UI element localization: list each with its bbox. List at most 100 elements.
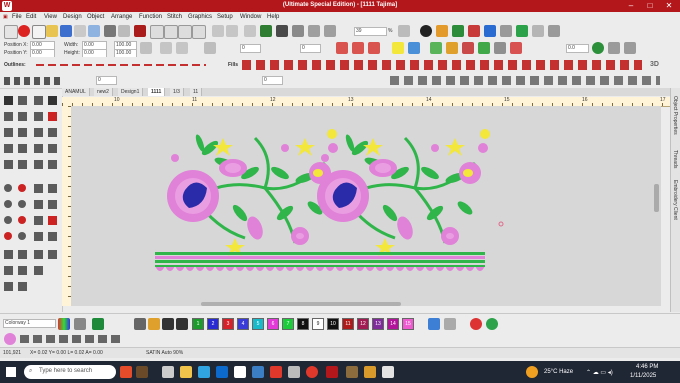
taskbar-search[interactable]: ⌕ Type here to search [24,365,116,379]
stitch-player-icon[interactable] [118,25,130,37]
machine-icon[interactable] [104,25,116,37]
toolbox-grid[interactable] [0,92,62,312]
thread-swatch[interactable]: 4 [237,318,249,330]
outline-stitch-types[interactable] [36,64,206,66]
thread-swatch[interactable]: 1 [192,318,204,330]
cutwork-icon[interactable] [462,42,474,54]
hoop-icon[interactable] [324,25,336,37]
thread-swatch[interactable]: 7 [282,318,294,330]
clock-time[interactable]: 4:46 PM [636,364,658,370]
app-menu-icon[interactable]: ▣ [3,14,8,20]
colorway-select[interactable]: Colorway 1 [3,319,56,328]
office-icon[interactable] [270,366,282,378]
zoom-in-icon[interactable] [398,25,410,37]
app-icon-2[interactable] [136,366,148,378]
run-icon[interactable] [368,42,380,54]
menu-object[interactable]: Object [87,14,104,20]
offset-field[interactable]: 0 [262,76,283,85]
duplicate-icon[interactable] [192,25,206,39]
units-dropdown[interactable]: 0.0 [566,44,589,53]
blackwork-icon[interactable] [494,42,506,54]
pick-color-icon[interactable] [134,318,146,330]
clock-date[interactable]: 1/11/2025 [630,373,656,379]
remove-color-icon[interactable] [176,318,188,330]
cut-icon[interactable] [150,25,164,39]
thread-swatch[interactable]: 10 [327,318,339,330]
tab-new2[interactable]: new2 [94,88,113,96]
open-folder-icon[interactable] [46,25,58,37]
tshirt-icon[interactable] [484,25,496,37]
match-color-icon[interactable] [486,318,498,330]
new-file-icon[interactable] [32,25,46,39]
close-button[interactable]: ✕ [660,0,678,12]
tab-1111[interactable]: 1111 [148,88,166,96]
mirror-h-icon[interactable] [160,42,172,54]
menu-setup[interactable]: Setup [217,14,233,20]
show-hide-icon[interactable] [292,25,304,37]
thread-swatch[interactable]: 15 [402,318,414,330]
design-canvas[interactable] [71,106,661,306]
chrome-icon[interactable] [306,366,318,378]
menu-window[interactable]: Window [240,14,261,20]
bling-icon[interactable] [510,42,522,54]
fill-stitch-types[interactable] [242,60,642,70]
tatami-icon[interactable] [352,42,364,54]
rotate-angle-field[interactable]: 0 [240,44,261,53]
effect-tools[interactable] [390,76,660,85]
layout-icon[interactable] [548,25,560,37]
menu-file[interactable]: File [12,14,22,20]
lettering-icon[interactable] [408,42,420,54]
menu-view[interactable]: View [44,14,57,20]
grid-view-icon[interactable] [532,25,544,37]
auto-digitize-icon[interactable] [392,42,404,54]
palette-icon[interactable] [436,25,448,37]
tab-11[interactable]: 11 [190,88,203,96]
options-icon[interactable] [624,42,636,54]
thread-swatch[interactable]: 9 [312,318,324,330]
tab-design1[interactable]: Design1 [118,88,144,96]
spacing-field[interactable]: 0 [96,76,117,85]
monogram-icon[interactable] [446,42,458,54]
view-tools[interactable] [20,335,120,343]
settings-icon[interactable] [608,42,620,54]
menu-graphics[interactable]: Graphics [188,14,212,20]
satin-icon[interactable] [336,42,348,54]
wilcom-icon[interactable] [18,25,30,37]
color-dialog-icon[interactable] [428,318,440,330]
minimize-button[interactable]: – [622,0,640,12]
colorway-icon[interactable] [58,318,70,330]
stop-icon[interactable] [134,25,146,37]
task-view-icon[interactable] [162,366,174,378]
mail-icon[interactable] [252,366,264,378]
menu-design[interactable]: Design [63,14,82,20]
sort-colors-icon[interactable] [444,318,456,330]
align-icon[interactable] [204,42,216,54]
thread-icon[interactable] [452,25,464,37]
grid-icon[interactable] [308,25,320,37]
paste-icon[interactable] [178,25,192,39]
view-3d-toggle[interactable]: 3D [650,61,659,68]
outlook-icon[interactable] [216,366,228,378]
settings-taskbar-icon[interactable] [364,366,376,378]
mirror-v-icon[interactable] [176,42,188,54]
thread-swatch[interactable]: 11 [342,318,354,330]
store-icon[interactable] [234,366,246,378]
select-object-icon[interactable] [244,25,256,37]
menu-help[interactable]: Help [267,14,279,20]
home-icon[interactable] [4,25,18,39]
file-explorer-icon[interactable] [180,366,192,378]
menu-arrange[interactable]: Arrange [111,14,132,20]
lock-proportion-icon[interactable] [140,42,152,54]
thread-swatch[interactable]: 5 [252,318,264,330]
threads-tab[interactable]: Threads [672,150,678,168]
thread-chart-icon[interactable] [74,318,86,330]
thread-swatch[interactable]: 14 [387,318,399,330]
object-properties-tab[interactable]: Object Properties [672,96,678,135]
menu-stitch[interactable]: Stitch [167,14,182,20]
thread-swatch[interactable]: 13 [372,318,384,330]
thread-swatch[interactable]: 6 [267,318,279,330]
export-icon[interactable] [88,25,100,37]
wireframe-icon[interactable] [500,25,512,37]
print-icon[interactable] [74,25,86,37]
app-icon-3[interactable] [346,366,358,378]
